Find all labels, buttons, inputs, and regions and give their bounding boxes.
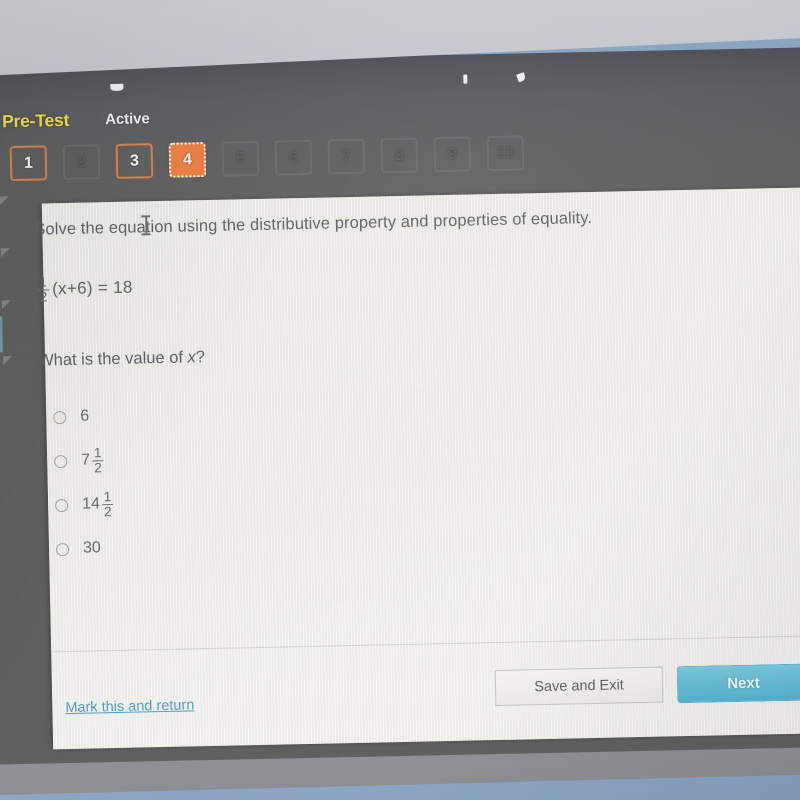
edge-marker-icon (0, 248, 10, 258)
answer-option-4-text: 30 (83, 539, 101, 557)
subprompt-text-after: ? (195, 348, 206, 367)
question-card: Solve the equation using the distributiv… (34, 186, 800, 750)
equation-coefficient-fraction: 1 2 (37, 274, 50, 305)
pager-item-2[interactable]: 2 (62, 144, 101, 181)
answer-option-3[interactable]: 14 1 2 (54, 477, 376, 528)
cutoff-text-glyph (110, 83, 124, 91)
pager-item-8[interactable]: 8 (380, 137, 419, 174)
edge-marker-icon (1, 300, 12, 310)
fraction-numerator: 1 (39, 274, 48, 290)
text-cursor-icon (141, 214, 151, 236)
answer-option-2[interactable]: 7 1 2 (54, 433, 375, 484)
answer-whole-number: 14 (81, 495, 101, 513)
answer-fraction: 1 2 (101, 488, 114, 519)
edge-marker-icon (0, 196, 9, 206)
question-subprompt: What is the value of x? (38, 348, 205, 370)
equation-expression: (x+6) = 18 (51, 277, 133, 299)
pager-item-7[interactable]: 7 (327, 138, 366, 175)
answer-whole-number: 7 (81, 451, 91, 469)
fraction-denominator: 2 (37, 289, 50, 305)
answer-option-2-text: 7 1 2 (81, 444, 105, 475)
pager-item-1[interactable]: 1 (9, 145, 48, 182)
save-and-exit-button[interactable]: Save and Exit (494, 666, 664, 707)
pager-item-9[interactable]: 9 (433, 136, 472, 173)
test-name-label: Pre-Test (1, 109, 70, 131)
fraction-numerator: 1 (93, 444, 102, 461)
answer-fraction: 1 2 (92, 444, 104, 475)
radio-button-icon[interactable] (55, 542, 70, 556)
radio-button-icon[interactable] (53, 410, 67, 424)
cutoff-text-glyph (463, 74, 468, 84)
answer-option-1[interactable]: 6 (53, 389, 374, 440)
answer-option-3-text: 14 1 2 (81, 488, 115, 519)
mark-this-and-return-link[interactable]: Mark this and return (65, 697, 194, 716)
pager-item-10[interactable]: 10 (486, 135, 525, 172)
radio-button-icon[interactable] (54, 498, 69, 512)
equation-display: 1 2 (x+6) = 18 (36, 274, 133, 305)
answer-whole-number: 30 (82, 539, 102, 557)
subprompt-text-before: What is the value of (37, 348, 188, 370)
fraction-denominator: 2 (92, 459, 104, 475)
answer-options-list[interactable]: 6 7 1 2 14 1 2 30 (53, 389, 377, 572)
next-button[interactable]: Next (677, 663, 800, 703)
screen-contents: Pre-Test Active 1 2 3 4 5 6 7 8 9 10 Sol… (0, 0, 800, 800)
pager-item-4[interactable]: 4 (168, 142, 207, 178)
pager-item-3[interactable]: 3 (115, 143, 154, 179)
edge-marker-icon (2, 356, 13, 366)
answer-option-1-text: 6 (80, 408, 89, 426)
pager-item-6[interactable]: 6 (274, 139, 313, 176)
monitor-photo-scene: Pre-Test Active 1 2 3 4 5 6 7 8 9 10 Sol… (0, 0, 800, 800)
fraction-numerator: 1 (103, 488, 112, 504)
test-status-label: Active (105, 109, 150, 128)
answer-whole-number: 6 (80, 407, 90, 425)
pager-item-5[interactable]: 5 (221, 140, 260, 177)
radio-button-icon[interactable] (54, 454, 68, 468)
footer-divider (51, 634, 800, 653)
answer-option-4[interactable]: 30 (55, 521, 377, 572)
fraction-denominator: 2 (101, 503, 114, 519)
